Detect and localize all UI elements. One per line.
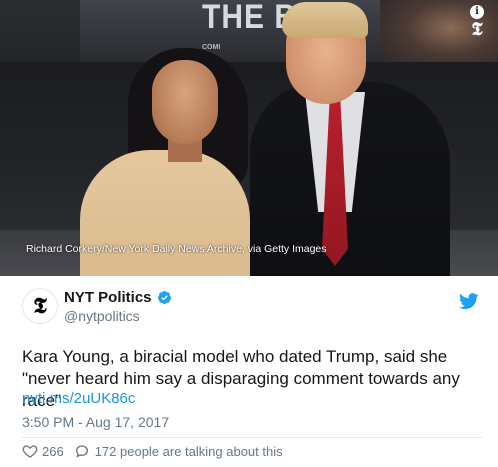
photo-caption: Richard Corkery/New York Daily News Arch… [26,243,327,255]
nyt-logo-icon: 𝕿 [471,19,483,40]
tweet-link[interactable]: nyti.ms/2uUK86c [22,390,135,407]
tweet-actions: 266 172 people are talking about this [22,441,283,461]
talking-about-count[interactable]: 172 people are talking about this [95,444,283,459]
tweet-body: 𝕿 NYT Politics @nytpolitics Kara Young, … [0,276,498,467]
woman-face [152,60,218,144]
info-icon[interactable]: i [470,5,484,19]
like-count[interactable]: 266 [42,444,64,459]
man-hair [282,2,368,38]
author-row: NYT Politics [64,288,172,306]
tweet-timestamp[interactable]: 3:50 PM - Aug 17, 2017 [22,414,169,430]
twitter-bird-icon[interactable] [459,293,479,310]
reply-bubble-icon[interactable] [74,443,90,459]
tweet-photo[interactable]: THE BOX COMI Richard Corkery/New York Da… [0,0,498,276]
verified-badge-icon [157,290,171,304]
woman-sweater [80,150,250,276]
embedded-tweet-card: THE BOX COMI Richard Corkery/New York Da… [0,0,498,467]
divider [22,437,482,438]
author-display-name[interactable]: NYT Politics [64,289,152,306]
avatar[interactable]: 𝕿 [22,288,58,324]
heart-icon[interactable] [22,443,38,459]
author-handle[interactable]: @nytpolitics [64,308,140,324]
